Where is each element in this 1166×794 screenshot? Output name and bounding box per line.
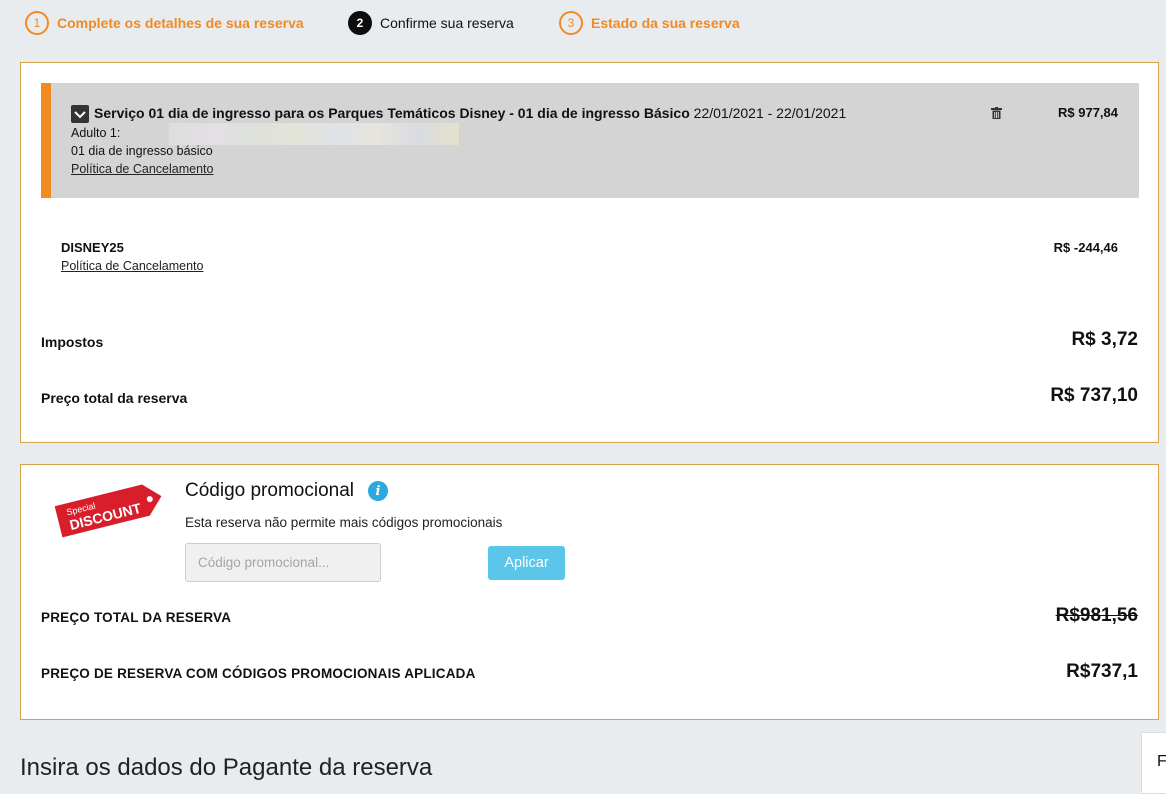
promo-message: Esta reserva não permite mais códigos pr…	[185, 515, 503, 530]
ticket-type: 01 dia de ingresso básico	[71, 144, 213, 158]
blurred-passenger-name	[169, 123, 459, 145]
service-name: Serviço 01 dia de ingresso para os Parqu…	[94, 105, 690, 121]
taxes-label: Impostos	[41, 334, 104, 350]
step-1[interactable]: 1 Complete os detalhes de sua reserva	[25, 9, 304, 37]
promo-total-original: R$981,56	[1055, 605, 1138, 626]
total-value: R$ 737,10	[1050, 385, 1138, 406]
service-title: Serviço 01 dia de ingresso para os Parqu…	[94, 105, 846, 121]
step-3: 3 Estado da sua reserva	[559, 9, 740, 37]
promo-discounted-label: PREÇO DE RESERVA COM CÓDIGOS PROMOCIONAI…	[41, 666, 476, 681]
step-1-label: Complete os detalhes de sua reserva	[57, 15, 304, 31]
promo-title: Código promocional	[185, 480, 354, 501]
promo-code-panel: Special DISCOUNT Código promocional i Es…	[20, 464, 1159, 720]
promo-discounted-value: R$737,1	[1066, 661, 1138, 682]
service-dates: 22/01/2021 - 22/01/2021	[693, 105, 847, 121]
service-accent-bar	[41, 83, 51, 198]
step-1-number: 1	[25, 11, 49, 35]
promo-discount: R$ -244,46	[1053, 240, 1118, 255]
service-price: R$ 977,84	[1058, 105, 1118, 120]
promo-cancellation-policy-link[interactable]: Política de Cancelamento	[61, 259, 203, 273]
promo-code-name: DISNEY25	[61, 240, 124, 255]
apply-button[interactable]: Aplicar	[488, 546, 565, 580]
step-2-label: Confirme sua reserva	[380, 15, 514, 31]
adult-label: Adulto 1:	[71, 126, 121, 140]
step-2-number: 2	[348, 11, 372, 35]
booking-summary-panel: Serviço 01 dia de ingresso para os Parqu…	[20, 62, 1159, 443]
discount-tag-icon: Special DISCOUNT	[54, 484, 162, 538]
step-3-label: Estado da sua reserva	[591, 15, 740, 31]
promo-code-input[interactable]	[185, 543, 381, 582]
payer-heading: Insira os dados do Pagante da reserva	[20, 754, 433, 781]
step-3-number: 3	[559, 11, 583, 35]
total-label: Preço total da reserva	[41, 390, 188, 406]
taxes-value: R$ 3,72	[1071, 329, 1138, 350]
cancellation-policy-link[interactable]: Política de Cancelamento	[71, 162, 213, 176]
promo-total-label: PREÇO TOTAL DA RESERVA	[41, 610, 232, 625]
service-item: Serviço 01 dia de ingresso para os Parqu…	[41, 83, 1139, 198]
step-2: 2 Confirme sua reserva	[348, 9, 514, 37]
info-icon[interactable]: i	[368, 481, 388, 501]
trash-icon[interactable]	[991, 107, 1002, 119]
side-tab[interactable]: F	[1141, 732, 1166, 794]
chevron-down-icon[interactable]	[71, 105, 89, 123]
